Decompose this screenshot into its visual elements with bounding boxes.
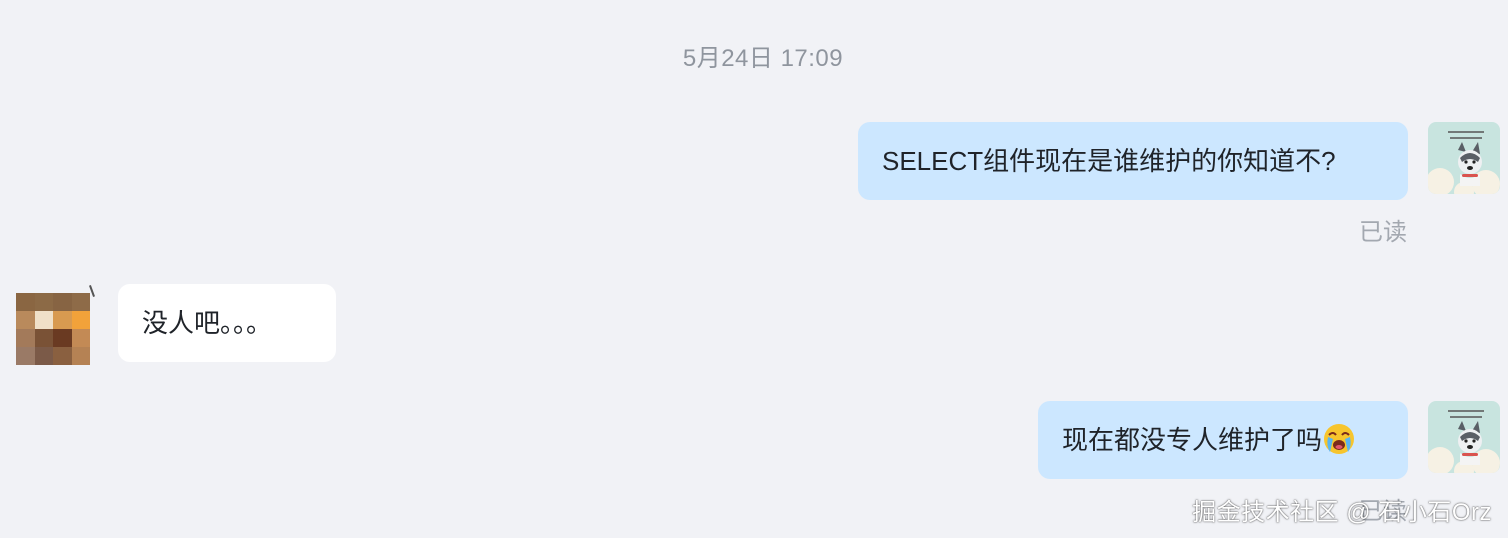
outgoing-message-bubble[interactable]: SELECT组件现在是谁维护的你知道不? xyxy=(858,122,1408,200)
husky-dog-avatar-icon xyxy=(1428,401,1500,473)
crying-face-emoji-icon xyxy=(1324,424,1355,455)
outgoing-message-bubble[interactable]: 现在都没专人维护了吗 xyxy=(1038,401,1408,479)
watermark: 掘金技术社区 @ 石小石Orz xyxy=(1192,499,1492,526)
message-text: 现在都没专人维护了吗 xyxy=(1062,425,1323,455)
contact-avatar[interactable] xyxy=(16,293,90,365)
chat-window: 5月24日 17:09 SELECT组件现在是谁维护的你知道不? 已读 没人吧。… xyxy=(0,0,1508,538)
message-text: SELECT组件现在是谁维护的你知道不? xyxy=(882,146,1336,176)
my-avatar[interactable] xyxy=(1428,122,1500,194)
message-text: 没人吧。。。 xyxy=(142,308,273,338)
message-timestamp: 5月24日 17:09 xyxy=(682,45,844,72)
incoming-message-bubble[interactable]: 没人吧。。。 xyxy=(118,284,336,362)
my-avatar[interactable] xyxy=(1428,401,1500,473)
husky-dog-avatar-icon xyxy=(1428,122,1500,194)
read-status: 已读 xyxy=(1359,219,1407,246)
